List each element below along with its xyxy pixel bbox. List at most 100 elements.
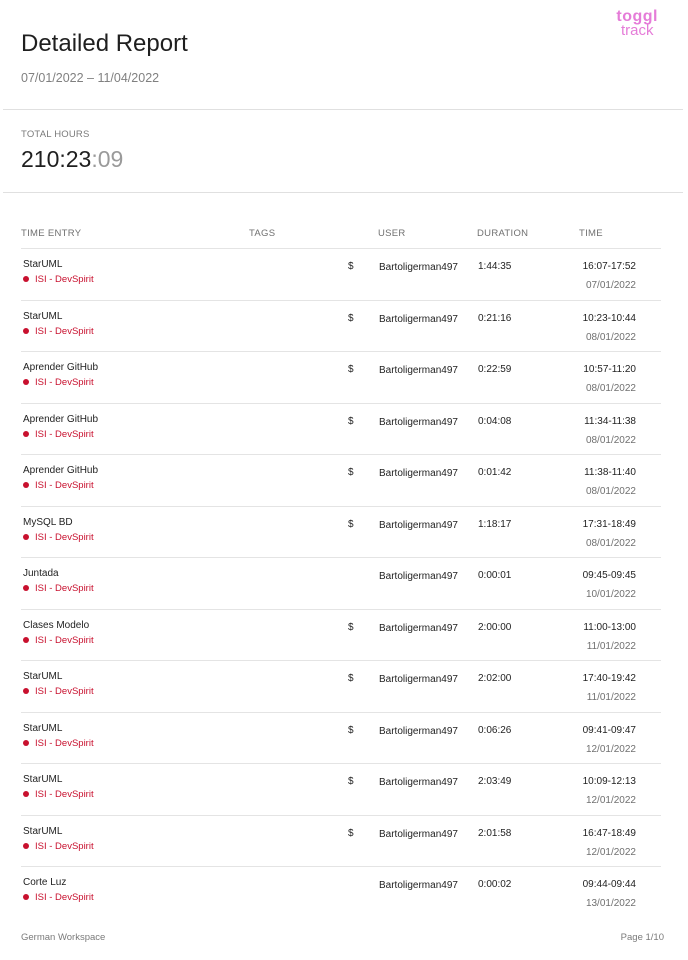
table-row: Aprender GitHub ISI - DevSpirit $ Bartolige… xyxy=(21,455,661,507)
table-row: Aprender GitHub ISI - DevSpirit $ Bartolige… xyxy=(21,352,661,404)
total-hours-value: 210:23:09 xyxy=(21,146,123,173)
entry-time-range: 10:09-12:13 xyxy=(582,776,636,787)
project-name: ISI - DevSpirit xyxy=(35,840,94,852)
divider-summary xyxy=(3,192,683,193)
entry-user: Bartoligerman497 xyxy=(379,365,458,376)
entry-time-range: 09:45-09:45 xyxy=(582,570,636,581)
billable-icon: $ xyxy=(348,673,354,684)
entry-user: Bartoligerman497 xyxy=(379,262,458,273)
project-color-dot xyxy=(23,585,29,591)
entry-user: Bartoligerman497 xyxy=(379,416,458,428)
date-range: 07/01/2022 – 11/04/2022 xyxy=(21,71,160,85)
entry-user: Bartoligerman497 xyxy=(379,828,458,840)
project-color-dot xyxy=(23,327,29,334)
entry-user: Bartoligerman497 xyxy=(379,571,458,582)
billable-icon: $ xyxy=(348,467,354,478)
project-color-dot xyxy=(23,533,29,540)
project-color-dot xyxy=(23,739,29,746)
table-row: StarUML ISI - DevSpirit $ Bartoligerman497 2… xyxy=(21,816,661,867)
entry-date: 08/01/2022 xyxy=(585,486,636,497)
entry-project: ISI - DevSpirit xyxy=(23,738,94,749)
entry-date: 12/01/2022 xyxy=(585,795,636,806)
project-color-dot xyxy=(23,379,29,385)
project-name: ISI - DevSpirit xyxy=(35,274,94,285)
entry-project: ISI - DevSpirit xyxy=(23,274,94,285)
total-hours-seconds: :09 xyxy=(91,146,124,172)
entry-project: ISI - DevSpirit xyxy=(23,635,94,646)
entry-date: 10/01/2022 xyxy=(585,589,636,600)
table-row: Aprender GitHub ISI - DevSpirit $ Bartolige… xyxy=(21,404,661,455)
entry-project: ISI - DevSpirit xyxy=(23,326,94,337)
table-row: StarUML ISI - DevSpirit $ Bartoligerman497 0… xyxy=(21,301,661,352)
entry-date: 08/01/2022 xyxy=(585,537,636,549)
entry-user: Bartoligerman497 xyxy=(379,880,458,891)
project-name: ISI - DevSpirit xyxy=(35,583,94,594)
project-color-dot xyxy=(23,688,29,694)
billable-icon: $ xyxy=(348,364,354,375)
entry-duration: 0:01:42 xyxy=(478,467,512,478)
entry-user: Bartoligerman497 xyxy=(379,674,458,685)
entry-project: ISI - DevSpirit xyxy=(23,686,94,697)
total-hours-label: TOTAL HOURS xyxy=(21,129,90,140)
table-row: StarUML ISI - DevSpirit $ Bartoligerman497 0… xyxy=(21,713,661,764)
header-tags: TAGS xyxy=(249,228,276,239)
entry-time-range: 10:23-10:44 xyxy=(582,312,636,324)
entry-time-range: 10:57-11:20 xyxy=(583,364,636,375)
entry-project: ISI - DevSpirit xyxy=(23,480,94,491)
billable-icon: $ xyxy=(348,312,354,324)
billable-icon: $ xyxy=(348,621,354,633)
entry-duration: 2:02:00 xyxy=(478,673,512,684)
total-hours-hm: 210:23 xyxy=(21,146,92,172)
entry-duration: 0:04:08 xyxy=(478,415,512,427)
entry-time-range: 11:00-13:00 xyxy=(583,621,636,633)
entry-project: ISI - DevSpirit xyxy=(23,892,94,903)
entry-description: Aprender GitHub xyxy=(23,413,99,425)
table-row: StarUML ISI - DevSpirit $ Bartoligerman497 1… xyxy=(21,249,661,301)
billable-icon: $ xyxy=(348,261,354,272)
footer-workspace: German Workspace xyxy=(21,932,106,943)
project-color-dot xyxy=(23,636,29,643)
entry-description: Corte Luz xyxy=(23,877,67,888)
entry-time-range: 16:47-18:49 xyxy=(582,827,636,839)
entry-description: Juntada xyxy=(23,568,59,579)
table-row: StarUML ISI - DevSpirit $ Bartoligerman497 2… xyxy=(21,661,661,713)
entry-duration: 2:03:49 xyxy=(478,776,512,787)
table-row: Juntada ISI - DevSpirit Bartoligerman497 0:… xyxy=(21,558,661,610)
entry-time-range: 09:44-09:44 xyxy=(582,879,636,890)
project-name: ISI - DevSpirit xyxy=(35,634,94,646)
entry-description: StarUML xyxy=(23,310,63,322)
entry-time-range: 11:38-11:40 xyxy=(584,467,636,478)
project-name: ISI - DevSpirit xyxy=(35,789,94,800)
footer-page-number: Page 1/10 xyxy=(620,932,664,943)
project-name: ISI - DevSpirit xyxy=(35,377,94,388)
entry-time-range: 09:41-09:47 xyxy=(582,724,636,736)
billable-icon: $ xyxy=(348,827,354,839)
entry-date: 11/01/2022 xyxy=(586,692,636,703)
project-name: ISI - DevSpirit xyxy=(35,892,94,903)
logo-line-2: track xyxy=(620,22,654,39)
header-time-entry: TIME ENTRY xyxy=(21,228,82,239)
header-user: USER xyxy=(378,228,406,239)
project-name: ISI - DevSpirit xyxy=(35,325,94,337)
entry-duration: 0:22:59 xyxy=(478,364,512,375)
entry-duration: 0:06:26 xyxy=(478,724,512,736)
entry-date: 13/01/2022 xyxy=(585,898,636,909)
entry-date: 12/01/2022 xyxy=(585,743,636,755)
header-time: TIME xyxy=(579,228,603,239)
entry-time-range: 17:31-18:49 xyxy=(582,518,636,530)
project-name: ISI - DevSpirit xyxy=(35,531,94,543)
entry-user: Bartoligerman497 xyxy=(379,725,458,737)
entry-duration: 2:01:58 xyxy=(478,827,512,839)
entry-user: Bartoligerman497 xyxy=(379,519,458,531)
table-row: Corte Luz ISI - DevSpirit Bartoligerman497… xyxy=(21,867,661,918)
entry-project: ISI - DevSpirit xyxy=(23,532,94,543)
report-page: toggl track Detailed Report 07/01/2022 –… xyxy=(0,0,688,960)
entry-duration: 1:44:35 xyxy=(478,261,512,272)
header-duration: DURATION xyxy=(477,228,529,239)
entry-description: StarUML xyxy=(23,259,63,270)
billable-icon: $ xyxy=(348,518,354,530)
project-name: ISI - DevSpirit xyxy=(35,737,94,749)
entry-description: MySQL BD xyxy=(23,516,73,528)
project-name: ISI - DevSpirit xyxy=(35,428,94,440)
entry-user: Bartoligerman497 xyxy=(379,468,458,479)
